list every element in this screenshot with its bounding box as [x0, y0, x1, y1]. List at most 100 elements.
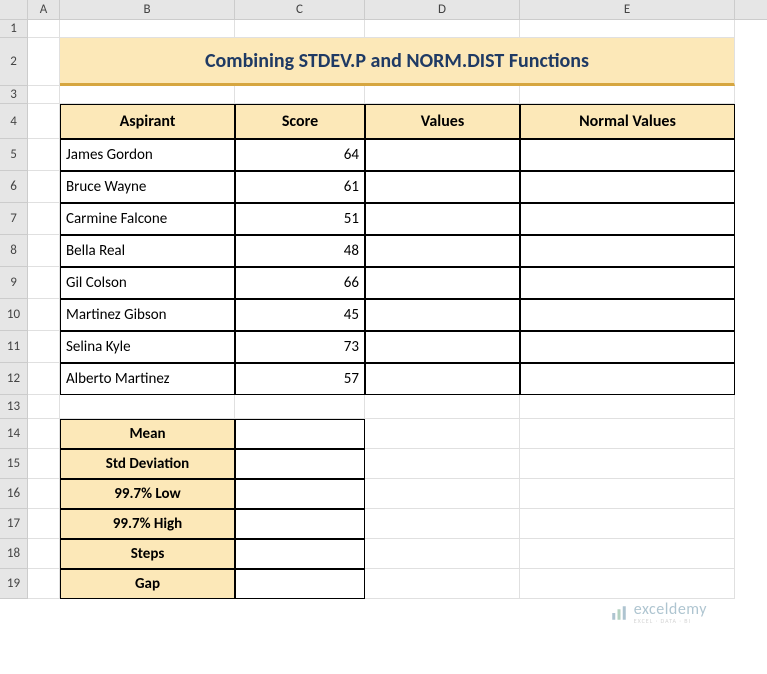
row-header-2[interactable]: 2: [0, 38, 28, 86]
cell-A10[interactable]: [28, 299, 60, 331]
label-low[interactable]: 99.7% Low: [60, 479, 235, 509]
cell-D18[interactable]: [365, 539, 520, 569]
cell-D16[interactable]: [365, 479, 520, 509]
cell-E18[interactable]: [520, 539, 735, 569]
cell-E1[interactable]: [520, 20, 735, 38]
cell-C1[interactable]: [235, 20, 365, 38]
cell-D1[interactable]: [365, 20, 520, 38]
value-gap[interactable]: [235, 569, 365, 599]
row-header-16[interactable]: 16: [0, 479, 28, 509]
row-header-9[interactable]: 9: [0, 267, 28, 299]
cell-values[interactable]: [365, 235, 520, 267]
cell-normal[interactable]: [520, 203, 735, 235]
row-header-1[interactable]: 1: [0, 20, 28, 38]
row-header-17[interactable]: 17: [0, 509, 28, 539]
row-header-4[interactable]: 4: [0, 104, 28, 139]
cell-A11[interactable]: [28, 331, 60, 363]
cell-values[interactable]: [365, 363, 520, 395]
cell-E3[interactable]: [520, 86, 735, 104]
cell-A5[interactable]: [28, 139, 60, 171]
cell-A13[interactable]: [28, 395, 60, 419]
cell-A4[interactable]: [28, 104, 60, 139]
cell-normal[interactable]: [520, 235, 735, 267]
cell-E16[interactable]: [520, 479, 735, 509]
cell-A3[interactable]: [28, 86, 60, 104]
cell-normal[interactable]: [520, 299, 735, 331]
cell-values[interactable]: [365, 203, 520, 235]
label-mean[interactable]: Mean: [60, 419, 235, 449]
cell-values[interactable]: [365, 331, 520, 363]
cell-A6[interactable]: [28, 171, 60, 203]
cell-score[interactable]: 48: [235, 235, 365, 267]
row-header-19[interactable]: 19: [0, 569, 28, 599]
cell-normal[interactable]: [520, 171, 735, 203]
col-header-D[interactable]: D: [365, 0, 520, 19]
header-score[interactable]: Score: [235, 104, 365, 139]
value-steps[interactable]: [235, 539, 365, 569]
row-header-18[interactable]: 18: [0, 539, 28, 569]
cell-score[interactable]: 51: [235, 203, 365, 235]
row-header-7[interactable]: 7: [0, 203, 28, 235]
cell-normal[interactable]: [520, 267, 735, 299]
cell-E13[interactable]: [520, 395, 735, 419]
cell-E17[interactable]: [520, 509, 735, 539]
cell-score[interactable]: 45: [235, 299, 365, 331]
cell-normal[interactable]: [520, 331, 735, 363]
row-header-12[interactable]: 12: [0, 363, 28, 395]
cell-aspirant[interactable]: Selina Kyle: [60, 331, 235, 363]
cell-values[interactable]: [365, 299, 520, 331]
cell-score[interactable]: 61: [235, 171, 365, 203]
cell-aspirant[interactable]: Gil Colson: [60, 267, 235, 299]
label-std[interactable]: Std Deviation: [60, 449, 235, 479]
cell-score[interactable]: 73: [235, 331, 365, 363]
label-gap[interactable]: Gap: [60, 569, 235, 599]
cell-aspirant[interactable]: Alberto Martinez: [60, 363, 235, 395]
cell-D15[interactable]: [365, 449, 520, 479]
cell-aspirant[interactable]: James Gordon: [60, 139, 235, 171]
cell-aspirant[interactable]: Carmine Falcone: [60, 203, 235, 235]
col-header-A[interactable]: A: [28, 0, 60, 19]
cell-A7[interactable]: [28, 203, 60, 235]
cell-A18[interactable]: [28, 539, 60, 569]
title-cell[interactable]: Combining STDEV.P and NORM.DIST Function…: [60, 38, 735, 86]
cell-E14[interactable]: [520, 419, 735, 449]
header-normal[interactable]: Normal Values: [520, 104, 735, 139]
col-header-C[interactable]: C: [235, 0, 365, 19]
row-header-8[interactable]: 8: [0, 235, 28, 267]
cell-A12[interactable]: [28, 363, 60, 395]
label-steps[interactable]: Steps: [60, 539, 235, 569]
cell-D13[interactable]: [365, 395, 520, 419]
cell-A16[interactable]: [28, 479, 60, 509]
row-header-3[interactable]: 3: [0, 86, 28, 104]
cell-values[interactable]: [365, 267, 520, 299]
header-values[interactable]: Values: [365, 104, 520, 139]
cell-score[interactable]: 57: [235, 363, 365, 395]
col-header-B[interactable]: B: [60, 0, 235, 19]
cell-E19[interactable]: [520, 569, 735, 599]
cell-normal[interactable]: [520, 363, 735, 395]
cell-C3[interactable]: [235, 86, 365, 104]
row-header-13[interactable]: 13: [0, 395, 28, 419]
cell-aspirant[interactable]: Bruce Wayne: [60, 171, 235, 203]
cell-A1[interactable]: [28, 20, 60, 38]
cell-B13[interactable]: [60, 395, 235, 419]
cell-A9[interactable]: [28, 267, 60, 299]
cell-score[interactable]: 64: [235, 139, 365, 171]
row-header-11[interactable]: 11: [0, 331, 28, 363]
cell-A14[interactable]: [28, 419, 60, 449]
row-header-14[interactable]: 14: [0, 419, 28, 449]
cell-aspirant[interactable]: Martinez Gibson: [60, 299, 235, 331]
cell-B3[interactable]: [60, 86, 235, 104]
row-header-15[interactable]: 15: [0, 449, 28, 479]
value-std[interactable]: [235, 449, 365, 479]
header-aspirant[interactable]: Aspirant: [60, 104, 235, 139]
value-high[interactable]: [235, 509, 365, 539]
cell-aspirant[interactable]: Bella Real: [60, 235, 235, 267]
cell-E15[interactable]: [520, 449, 735, 479]
col-header-E[interactable]: E: [520, 0, 735, 19]
cell-A8[interactable]: [28, 235, 60, 267]
cell-A15[interactable]: [28, 449, 60, 479]
cell-score[interactable]: 66: [235, 267, 365, 299]
cell-D19[interactable]: [365, 569, 520, 599]
cell-D17[interactable]: [365, 509, 520, 539]
